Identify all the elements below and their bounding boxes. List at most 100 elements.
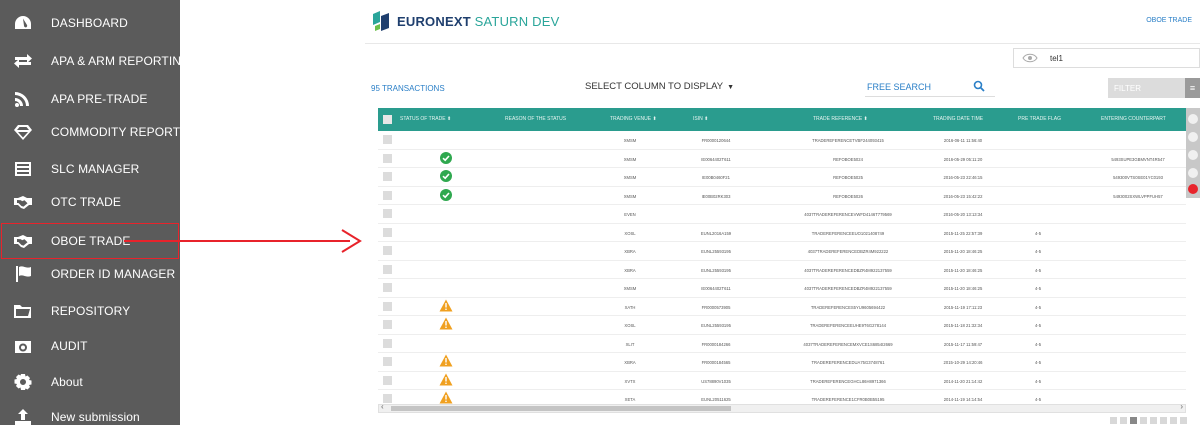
select-all-checkbox[interactable] bbox=[383, 115, 392, 124]
export-icon[interactable] bbox=[1188, 150, 1198, 160]
view-icon[interactable] bbox=[1188, 132, 1198, 142]
cell-ref: TRADEREFERENCEEUO1021408749 bbox=[811, 230, 885, 236]
free-search-input[interactable]: FREE SEARCH bbox=[865, 78, 995, 97]
cell-date: 2015-11-17 11:59:47 bbox=[943, 341, 983, 347]
table-row[interactable]: XMSM FR0000120644 TRADEREFERENCETVBF244093… bbox=[378, 131, 1186, 150]
add-icon[interactable] bbox=[1188, 168, 1198, 178]
cell-isin: FR0000184565 bbox=[701, 360, 731, 365]
scroll-thumb[interactable] bbox=[391, 406, 731, 411]
row-checkbox[interactable] bbox=[383, 227, 392, 237]
sidebar-item-commodity-reporting[interactable]: COMMODITY REPORTING bbox=[0, 113, 180, 151]
row-checkbox[interactable] bbox=[383, 264, 392, 274]
scroll-left-icon[interactable]: ‹ bbox=[381, 402, 384, 411]
current-module-label[interactable]: OBOE TRADE bbox=[1146, 17, 1192, 24]
search-icon[interactable] bbox=[973, 80, 985, 92]
table-row[interactable]: XATH FR0000573905 TRADEREFERENCES5YU960569… bbox=[378, 298, 1186, 316]
row-checkbox[interactable] bbox=[383, 357, 392, 366]
sidebar-item-label: OBOE TRADE bbox=[51, 234, 131, 248]
camera-icon bbox=[13, 337, 33, 355]
cell-isin: EUNL2016A159 bbox=[700, 230, 732, 236]
handshake-icon bbox=[13, 232, 33, 250]
filter-input[interactable]: FILTER bbox=[1108, 78, 1185, 98]
table-row[interactable]: XBRA EUNL25593195 4037TRADEREFERENCEDBZR4M… bbox=[378, 261, 1186, 279]
sidebar-item-apa-arm-reporting[interactable]: APA & ARM REPORTING bbox=[0, 42, 180, 80]
refresh-icon[interactable] bbox=[1188, 114, 1198, 124]
last-page-button[interactable] bbox=[1180, 417, 1187, 424]
sidebar-item-audit[interactable]: AUDIT bbox=[0, 327, 180, 365]
annotation-arrow-line bbox=[124, 240, 350, 242]
record-icon[interactable] bbox=[1188, 184, 1198, 194]
row-checkbox[interactable] bbox=[383, 246, 392, 255]
table-row[interactable]: EVEN 4037TRADEREFERENCEVWFD4146T779569 201… bbox=[378, 205, 1186, 224]
sidebar-item-about[interactable]: About bbox=[0, 363, 180, 401]
table-row[interactable]: XOSL EUNL2016A159 TRADEREFERENCEEUO1021408… bbox=[378, 224, 1186, 242]
swap-arrows-icon bbox=[13, 52, 33, 70]
row-checkbox[interactable] bbox=[383, 172, 392, 181]
cell-date: 2015-11-18 21:32:34 bbox=[943, 323, 983, 328]
column-header-trade-reference[interactable]: TRADE REFERENCE ⬍ bbox=[813, 116, 868, 122]
table-row[interactable]: XBRA FR0000184565 TRADEREFERENCEDUA75G3748… bbox=[378, 353, 1186, 372]
column-header-isin[interactable]: ISIN ⬍ bbox=[693, 116, 708, 122]
table-row[interactable]: XOSL EUNL25593195 TRADEREFERENCEEUHE9T6G27… bbox=[378, 316, 1186, 335]
table-row[interactable]: XLIT FR0000184266 4037TRADEREFERENCEMXVCE1… bbox=[378, 335, 1186, 353]
row-checkbox[interactable] bbox=[383, 153, 392, 163]
page-button[interactable] bbox=[1160, 417, 1167, 424]
page-button[interactable] bbox=[1150, 417, 1157, 424]
column-header-pre-trade-flag[interactable]: PRE TRADE FLAG bbox=[1018, 116, 1061, 122]
table-row[interactable]: XBRA EUNL25593195 4037TRADEREFERENCEDBZR4M… bbox=[378, 242, 1186, 261]
cell-flag: 4-5 bbox=[1034, 323, 1042, 328]
cell-flag: 4-5 bbox=[1034, 230, 1042, 236]
sidebar-item-new-submission[interactable]: New submission bbox=[0, 398, 180, 425]
warning-icon bbox=[439, 317, 453, 330]
cell-date: 2014-11-19 14:14:54 bbox=[943, 397, 983, 402]
right-tool-rail bbox=[1186, 108, 1200, 198]
select-column-dropdown[interactable]: SELECT COLUMN TO DISPLAY ▼ bbox=[585, 81, 734, 92]
row-checkbox[interactable] bbox=[383, 135, 392, 144]
horizontal-scrollbar[interactable]: ‹ › bbox=[378, 402, 1186, 413]
row-checkbox[interactable] bbox=[383, 190, 392, 200]
column-header-reason[interactable]: REASON OF THE STATUS bbox=[505, 116, 566, 122]
cell-venue: XVTX bbox=[624, 378, 636, 384]
cell-isin: EUNL25593195 bbox=[701, 323, 731, 328]
sidebar-item-order-id-manager[interactable]: ORDER ID MANAGER bbox=[0, 255, 180, 293]
row-checkbox[interactable] bbox=[383, 338, 392, 348]
cell-venue: EVEN bbox=[624, 212, 636, 217]
row-checkbox[interactable] bbox=[383, 320, 392, 329]
cell-flag: 4-5 bbox=[1034, 378, 1042, 384]
row-checkbox[interactable] bbox=[383, 283, 392, 292]
column-header-status[interactable]: STATUS OF TRADE ⬍ bbox=[400, 116, 451, 122]
page-button[interactable] bbox=[1140, 417, 1147, 424]
filter-menu-icon[interactable]: ≡ bbox=[1185, 78, 1200, 98]
table-row[interactable]: XMSM IE00B02RK303 REFOBOE5026 2016-05-23 15… bbox=[378, 187, 1186, 205]
transactions-table: STATUS OF TRADE ⬍ REASON OF THE STATUS T… bbox=[378, 108, 1186, 409]
row-checkbox[interactable] bbox=[383, 209, 392, 218]
column-header-trading-date-time[interactable]: TRADING DATE TIME bbox=[933, 116, 983, 122]
next-page-button[interactable] bbox=[1170, 417, 1177, 424]
prev-page-button[interactable] bbox=[1120, 417, 1127, 424]
cell-isin: EUNL20511625 bbox=[701, 397, 731, 402]
sidebar-item-otc-trade[interactable]: OTC TRADE bbox=[0, 183, 180, 221]
column-header-entering-counterpart[interactable]: ENTERING COUNTERPART bbox=[1101, 116, 1166, 122]
sidebar-item-repository[interactable]: REPOSITORY bbox=[0, 292, 180, 330]
table-body: XMSM FR0000120644 TRADEREFERENCETVBF244093… bbox=[378, 131, 1186, 409]
row-checkbox[interactable] bbox=[383, 394, 392, 403]
table-row[interactable]: XVTX US78890V1035 TRADEREFERENCEGHCL86H897… bbox=[378, 372, 1186, 390]
row-checkbox[interactable] bbox=[383, 375, 392, 385]
scroll-right-icon[interactable]: › bbox=[1180, 402, 1183, 411]
table-header: STATUS OF TRADE ⬍ REASON OF THE STATUS T… bbox=[378, 108, 1186, 131]
table-row[interactable]: XMSM IE0064402T611 REFOBOE5024 2016-05-29 0… bbox=[378, 150, 1186, 168]
sidebar-item-label: DASHBOARD bbox=[51, 16, 128, 30]
row-checkbox[interactable] bbox=[383, 301, 392, 311]
search-input[interactable]: tel1 bbox=[1013, 48, 1200, 68]
table-row[interactable]: XMSM IE0064402T611 4037TRADEREFERENCEDBZR4… bbox=[378, 279, 1186, 298]
column-header-venue[interactable]: TRADING VENUE ⬍ bbox=[610, 116, 657, 122]
page-button[interactable] bbox=[1130, 417, 1137, 424]
cell-venue: XMSM bbox=[623, 175, 637, 180]
cell-date: 2015-10-29 14:20:46 bbox=[943, 360, 983, 365]
table-row[interactable]: XMSM IE00B0460F21 REFOBOE5025 2016-05-23 22… bbox=[378, 168, 1186, 187]
pagination bbox=[1110, 417, 1187, 425]
first-page-button[interactable] bbox=[1110, 417, 1117, 424]
warning-icon bbox=[439, 391, 453, 404]
app-window: EURONEXT SATURN DEV OBOE TRADE tel1 95 T… bbox=[365, 0, 1200, 425]
sidebar-item-dashboard[interactable]: DASHBOARD bbox=[0, 4, 180, 42]
